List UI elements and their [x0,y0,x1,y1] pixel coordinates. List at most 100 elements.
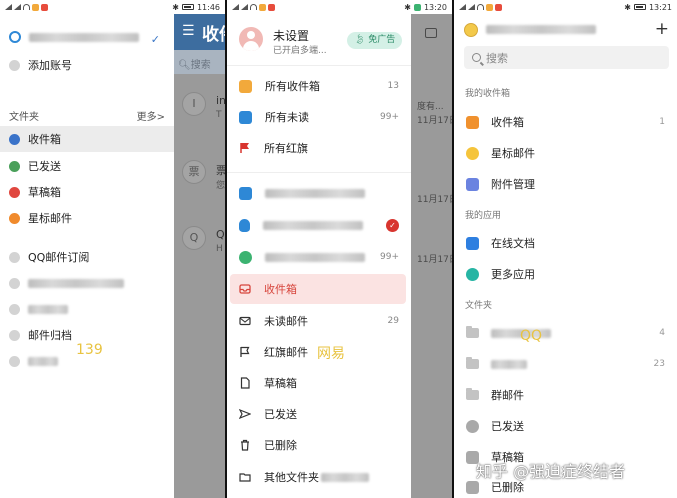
all-flagged[interactable]: 所有红旗 [227,133,411,163]
redacted-text [28,278,124,288]
folder-redacted[interactable] [0,270,174,296]
mail-126-icon [239,250,252,264]
redacted-email [265,252,365,262]
signal-icon [468,4,475,10]
folder-icon [9,355,20,367]
folder-deleted[interactable]: 已删除 [227,430,411,460]
app-more[interactable]: 更多应用 [454,259,677,289]
status-time: 11:46 [196,2,220,12]
bluetooth-icon: ✱ [624,2,631,12]
folder-redacted[interactable]: 4 [454,318,677,348]
notification-icon [259,3,266,11]
all-inboxes[interactable]: 所有收件箱 13 [227,71,411,101]
account-row[interactable] [227,178,411,208]
account-row[interactable] [0,24,174,50]
watermark-label: 网易 [317,346,345,362]
folder-redacted[interactable] [0,296,174,322]
status-bar: ✱ 13:20 [227,0,452,14]
folder-drafts[interactable]: 草稿箱 [0,179,174,205]
inbox-icon [239,283,251,295]
unread-count: 23 [653,359,665,369]
avatar[interactable] [239,27,263,51]
mail-sender: 票 [216,164,225,177]
folder-inbox[interactable]: 收件箱 [230,274,406,304]
mail-preview: 您 [216,181,225,191]
watermark-label: 139 [76,342,103,358]
send-icon [239,408,251,420]
folder-label: 群邮件 [491,389,524,402]
redacted-text [28,356,58,366]
account-row[interactable]: 99+ [227,242,411,272]
folder-other[interactable]: 其他文件夹 [227,462,411,492]
folder-label: QQ邮件订阅 [28,251,90,264]
account-email-redacted [29,32,139,42]
folder-sent[interactable]: 已发送 [227,399,411,429]
dimmed-mail-list[interactable]: 度有... 11月17日 11月17日 11月17日 [411,14,452,498]
folder-inbox[interactable]: 收件箱 1 [454,107,677,137]
inbox-icon [239,79,252,93]
sent-icon [466,419,479,433]
document-icon [239,377,251,389]
check-badge-icon: ✓ [386,218,399,232]
mail-sender: in [216,94,225,107]
qq-penguin-icon [239,218,250,232]
mail-preview: T [216,110,222,120]
mail-preview: H [216,244,223,254]
signal-icon [232,4,239,10]
charging-icon [413,3,421,11]
status-time: 13:20 [423,2,447,12]
trash-icon [466,480,479,494]
add-icon[interactable]: + [655,19,669,39]
mail-list-item[interactable]: 票 票 您 [174,152,225,208]
folder-inbox[interactable]: 收件箱 [0,126,174,152]
mail-search[interactable]: 🔍︎搜索 [174,50,225,74]
folder-drafts[interactable]: 草稿箱 [227,368,411,398]
attachment-icon [466,177,479,191]
mail-list-header: ☰ 收件 [174,14,225,50]
folder-sent[interactable]: 已发送 [454,411,677,441]
app-online-docs[interactable]: 在线文档 [454,228,677,258]
panel-qq-mail: ✱ 13:21 + 搜索 我的收件箱 收件箱 1 星标邮件 附件管理 我的应用 … [454,0,677,498]
unread-count: 29 [387,316,399,326]
unread-count: 99+ [380,112,399,122]
folder-label: 已发送 [28,160,61,173]
mail-preview: 度有... [417,102,444,112]
folder-qq-subscription[interactable]: QQ邮件订阅 [0,244,174,270]
avatar[interactable] [464,23,478,37]
folder-group-mail[interactable]: 群邮件 [454,380,677,410]
notification-icon [32,3,39,11]
search-input[interactable]: 搜索 [464,46,669,69]
folder-sent[interactable]: 已发送 [0,153,174,179]
all-unread[interactable]: 所有未读 99+ [227,102,411,132]
folder-unread[interactable]: 未读邮件 29 [227,306,411,336]
attachment-manager[interactable]: 附件管理 [454,169,677,199]
folder-starred[interactable]: 星标邮件 [0,205,174,231]
folder-label: 收件箱 [491,116,524,129]
folder-label: 草稿箱 [264,377,297,390]
add-account-button[interactable]: 添加账号 [0,52,174,78]
avatar: I [182,92,206,116]
account-row[interactable]: ✓ [227,210,411,240]
folder-redacted[interactable]: 23 [454,349,677,379]
section-my-apps: 我的应用 [465,211,502,221]
dimmed-mail-list[interactable]: ☰ 收件 🔍︎搜索 I in T 票 票 您 Q Q H [174,14,225,498]
drafts-icon [9,186,20,198]
search-icon [472,53,481,62]
signal-icon [241,4,248,10]
folder-label: 未读邮件 [264,315,308,328]
panel-netease-mail: ✱ 13:20 未设置 已开启多端... 🍃︎ 免广告 所有收件箱 13 所有未… [227,0,452,498]
inbox-icon [466,115,479,129]
ad-free-badge[interactable]: 🍃︎ 免广告 [347,32,403,49]
redacted-email [265,188,365,198]
mail-list-item[interactable]: Q Q H [174,218,225,274]
compose-icon[interactable] [425,28,437,38]
user-header[interactable]: 未设置 已开启多端... 🍃︎ 免广告 [227,14,411,66]
more-folders-link[interactable]: 更多> [137,108,165,123]
signal-icon [14,4,21,10]
menu-icon[interactable]: ☰ [182,23,195,39]
folder-starred[interactable]: 星标邮件 [454,138,677,168]
unread-count: 4 [659,328,665,338]
folder-icon [9,277,20,289]
mail-list-item[interactable]: I in T [174,84,225,140]
folder-icon [466,388,479,400]
